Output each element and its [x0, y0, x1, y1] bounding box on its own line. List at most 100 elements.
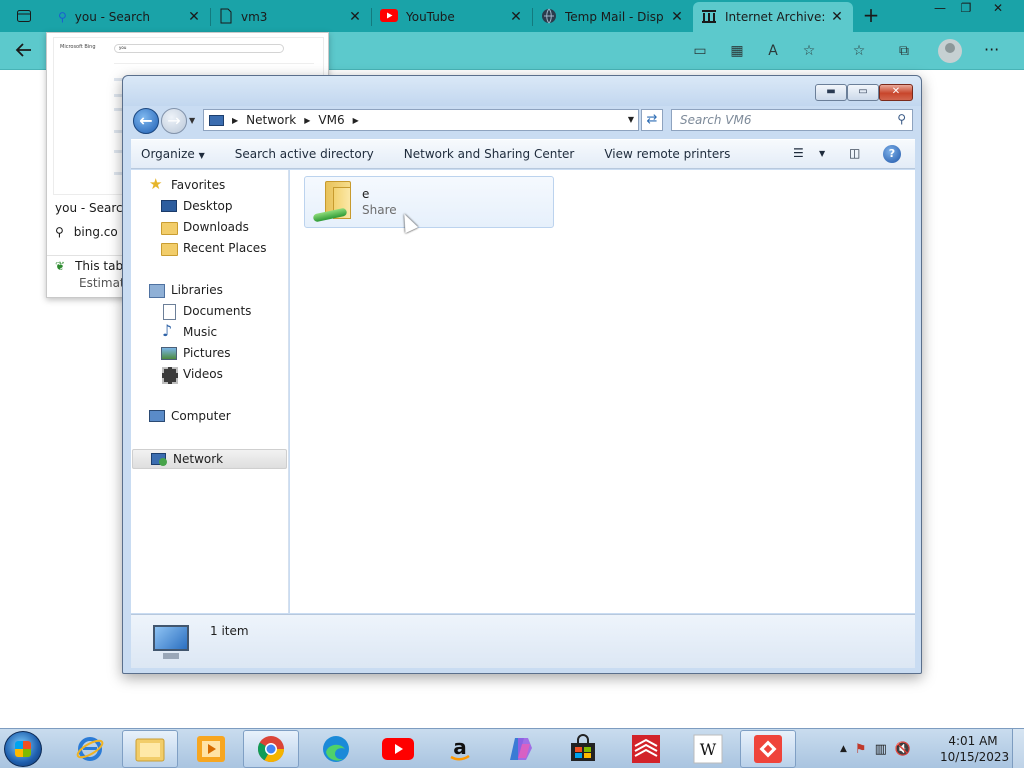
- navigation-row: ← → ▼ ▶ Network ▶ VM6 ▶ ▼ ⇄ Search VM6 ⚲: [131, 106, 915, 136]
- apps-icon[interactable]: ▦: [728, 42, 746, 60]
- nav-pictures[interactable]: Pictures: [161, 346, 231, 360]
- share-item[interactable]: e Share: [304, 176, 554, 234]
- app-available-icon[interactable]: ▭: [691, 42, 709, 60]
- action-center-flag-icon[interactable]: ⚑: [855, 742, 867, 757]
- restore-icon[interactable]: ❐: [952, 0, 980, 18]
- recent-pages-dropdown[interactable]: ▼: [189, 116, 195, 125]
- tab-temp-mail[interactable]: Temp Mail - Disp ✕: [533, 2, 693, 32]
- close-icon[interactable]: ✕: [186, 9, 202, 25]
- tab-youtube[interactable]: YouTube ✕: [372, 2, 532, 32]
- nav-label: Pictures: [183, 346, 231, 360]
- add-favorite-icon[interactable]: ☆: [800, 42, 818, 60]
- nav-label: Music: [183, 325, 218, 339]
- nav-label: Favorites: [171, 178, 226, 192]
- wikipedia-icon[interactable]: W: [680, 730, 736, 768]
- media-player-icon[interactable]: [183, 730, 239, 768]
- nav-music[interactable]: Music: [161, 321, 218, 340]
- nav-network[interactable]: Network: [132, 449, 287, 469]
- start-button[interactable]: [4, 731, 42, 767]
- nav-label: Libraries: [171, 283, 223, 297]
- minimize-icon[interactable]: —: [926, 0, 954, 18]
- show-hidden-icons-icon[interactable]: ▲: [840, 744, 847, 754]
- edge-icon[interactable]: [308, 730, 364, 768]
- show-desktop-button[interactable]: [1012, 729, 1024, 768]
- nav-downloads[interactable]: Downloads: [161, 220, 249, 235]
- forward-button[interactable]: →: [161, 108, 187, 134]
- close-icon[interactable]: ✕: [984, 0, 1012, 18]
- nav-label: Network: [173, 452, 224, 466]
- nav-computer[interactable]: Computer: [149, 409, 231, 423]
- network-status-icon[interactable]: ▥: [875, 742, 887, 757]
- windows-explorer-icon[interactable]: [122, 730, 178, 768]
- bank-of-america-icon[interactable]: [618, 730, 674, 768]
- nav-label: Documents: [183, 304, 252, 318]
- page-icon: [219, 8, 233, 27]
- copilot-icon[interactable]: [493, 730, 549, 768]
- search-input[interactable]: Search VM6 ⚲: [671, 109, 913, 131]
- search-icon[interactable]: ⚲: [897, 112, 906, 126]
- chevron-right-icon[interactable]: ▶: [232, 116, 238, 125]
- refresh-icon[interactable]: ⇄: [641, 109, 663, 131]
- view-remote-printers-button[interactable]: View remote printers: [604, 147, 730, 161]
- address-breadcrumb[interactable]: ▶ Network ▶ VM6 ▶ ▼: [203, 109, 639, 131]
- back-button[interactable]: ←: [133, 108, 159, 134]
- network-icon: [151, 452, 167, 466]
- clock[interactable]: 4:01 AM 10/15/2023: [940, 733, 1009, 765]
- search-placeholder: Search VM6: [680, 113, 752, 127]
- chevron-right-icon[interactable]: ▶: [304, 116, 310, 125]
- collections-icon[interactable]: ⧉: [895, 42, 913, 60]
- network-pipe: [312, 207, 348, 223]
- tab-vm3[interactable]: vm3 ✕: [211, 2, 371, 32]
- view-dropdown-icon[interactable]: ▼: [819, 149, 825, 167]
- nav-favorites[interactable]: Favorites: [149, 175, 226, 193]
- tab-title: you - Search: [74, 10, 151, 24]
- nav-label: Recent Places: [183, 241, 267, 255]
- organize-button[interactable]: Organize ▼: [141, 147, 205, 161]
- close-icon[interactable]: ✕: [508, 9, 524, 25]
- preview-pane-icon[interactable]: ◫: [849, 146, 860, 164]
- network-sharing-center-button[interactable]: Network and Sharing Center: [404, 147, 575, 161]
- youtube-icon[interactable]: [370, 730, 426, 768]
- svg-text:a: a: [453, 735, 467, 759]
- efficiency-leaf-icon: ❦: [55, 259, 66, 273]
- nav-libraries[interactable]: Libraries: [149, 283, 223, 298]
- close-icon[interactable]: ✕: [669, 9, 685, 25]
- anydesk-icon[interactable]: [740, 730, 796, 768]
- monitor-stand: [163, 653, 179, 659]
- change-view-icon[interactable]: ☰: [793, 146, 804, 164]
- close-button[interactable]: ✕: [879, 84, 913, 101]
- favorites-icon[interactable]: ☆: [850, 42, 868, 60]
- tab-actions-icon[interactable]: [8, 6, 40, 26]
- help-icon[interactable]: ?: [883, 145, 901, 163]
- nav-desktop[interactable]: Desktop: [161, 199, 233, 213]
- close-icon[interactable]: ✕: [347, 9, 363, 25]
- internet-explorer-icon[interactable]: [62, 730, 118, 768]
- amazon-icon[interactable]: a: [432, 730, 488, 768]
- bing-logo: Microsoft Bing: [60, 44, 96, 50]
- tab-you-search[interactable]: ⚲ you - Search ✕: [50, 2, 210, 32]
- minimize-button[interactable]: ▬: [815, 84, 847, 101]
- volume-muted-icon[interactable]: 🔇: [895, 742, 911, 757]
- close-icon[interactable]: ✕: [829, 9, 845, 25]
- store-icon[interactable]: [555, 730, 611, 768]
- back-arrow-icon[interactable]: [14, 40, 38, 62]
- libraries-icon: [149, 283, 165, 298]
- breadcrumb-vm6[interactable]: VM6: [318, 113, 344, 127]
- nav-documents[interactable]: Documents: [161, 304, 252, 320]
- nav-recent-places[interactable]: Recent Places: [161, 241, 267, 256]
- more-icon[interactable]: ···: [984, 40, 999, 59]
- new-tab-icon[interactable]: +: [860, 5, 882, 27]
- tab-internet-archive[interactable]: Internet Archive: D ✕: [693, 2, 853, 32]
- maximize-button[interactable]: ▭: [847, 84, 879, 101]
- search-active-directory-button[interactable]: Search active directory: [235, 147, 374, 161]
- chrome-icon[interactable]: [243, 730, 299, 768]
- nav-videos[interactable]: Videos: [161, 367, 223, 384]
- read-aloud-icon[interactable]: A: [764, 42, 782, 60]
- profile-avatar[interactable]: [938, 39, 962, 63]
- chevron-right-icon[interactable]: ▶: [353, 116, 359, 125]
- explorer-window: ▬ ▭ ✕ ← → ▼ ▶ Network ▶ VM6 ▶ ▼ ⇄ Search…: [122, 75, 922, 674]
- star-icon: [149, 175, 165, 193]
- address-dropdown-icon[interactable]: ▼: [628, 115, 634, 124]
- breadcrumb-network[interactable]: Network: [246, 113, 296, 127]
- downloads-folder-icon: [161, 220, 178, 235]
